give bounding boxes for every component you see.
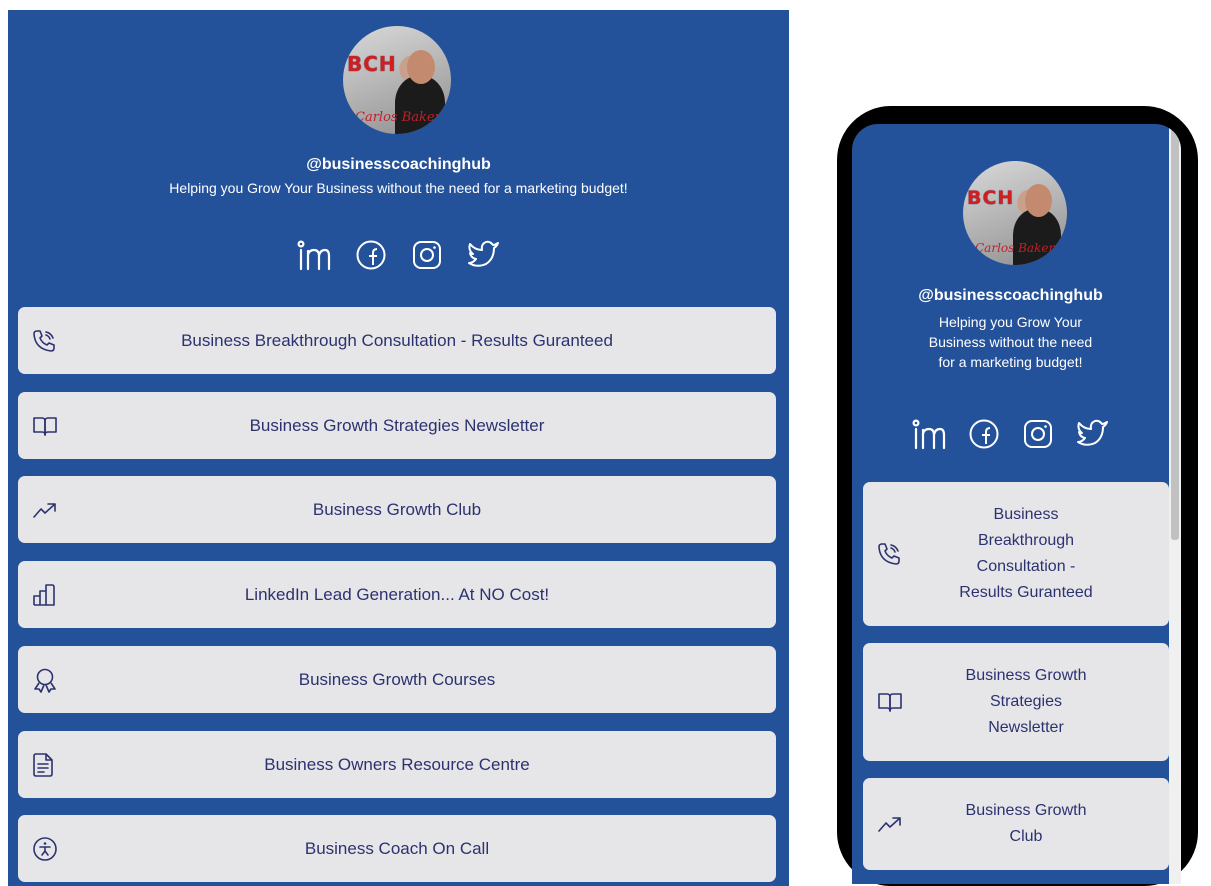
profile-handle: @businesscoachinghub	[306, 156, 491, 173]
link-button-resource-centre[interactable]: Business Owners Resource Centre	[18, 731, 776, 798]
instagram-icon[interactable]	[411, 239, 443, 271]
social-icons	[8, 239, 789, 271]
link-label: Business Growth Club	[941, 798, 1111, 850]
profile-tagline: Helping you Grow Your Business without t…	[852, 312, 1169, 372]
profile-handle: @businesscoachinghub	[918, 287, 1103, 304]
tagline-line: Business without the need	[928, 334, 1093, 350]
tagline-line: Helping you Grow Your	[938, 314, 1083, 330]
phone-call-icon	[32, 329, 56, 353]
avatar-logo: BCH	[347, 52, 397, 76]
link-button-coach-on-call[interactable]: Business Coach On Call	[18, 815, 776, 882]
link-label: Business Breakthrough Consultation - Res…	[941, 502, 1111, 606]
link-label-line: Club	[1009, 828, 1043, 845]
link-button-newsletter[interactable]: Business Growth Strategies Newsletter	[863, 643, 1169, 761]
document-icon	[32, 752, 54, 778]
link-button-consultation[interactable]: Business Breakthrough Consultation - Res…	[18, 307, 776, 374]
avatar-logo: BCH	[967, 187, 1015, 209]
accessibility-icon	[32, 836, 58, 862]
bar-chart-icon	[32, 583, 56, 607]
link-button-growth-club[interactable]: Business Growth Club	[18, 476, 776, 543]
link-label-line: Results Guranteed	[959, 584, 1093, 601]
desktop-preview: BCH Carlos Baker @businesscoachinghub He…	[8, 10, 789, 886]
linkedin-icon[interactable]	[296, 239, 331, 271]
link-label-line: Strategies	[989, 693, 1063, 710]
avatar-signature: Carlos Baker	[355, 110, 441, 125]
link-label-line: Business	[993, 506, 1059, 523]
trending-up-icon	[877, 814, 903, 834]
link-button-lead-generation[interactable]: LinkedIn Lead Generation... At NO Cost!	[18, 561, 776, 628]
linkedin-icon[interactable]	[911, 418, 946, 450]
link-label: LinkedIn Lead Generation... At NO Cost!	[244, 584, 550, 604]
link-label-line: Business Growth	[965, 667, 1087, 684]
link-label-line: Breakthrough	[977, 532, 1075, 549]
link-label-line: Business Growth	[965, 802, 1087, 819]
instagram-icon[interactable]	[1022, 418, 1054, 450]
link-label: Business Breakthrough Consultation - Res…	[181, 330, 613, 350]
scrollbar[interactable]	[1169, 124, 1181, 884]
profile-tagline: Helping you Grow Your Business without t…	[169, 180, 628, 196]
avatar-person	[1013, 209, 1061, 265]
phone-screen: BCH Carlos Baker @businesscoachinghub He…	[852, 124, 1181, 884]
avatar-signature: Carlos Baker	[975, 241, 1055, 255]
twitter-icon[interactable]	[467, 239, 501, 271]
avatar: BCH Carlos Baker	[343, 26, 451, 134]
social-icons	[852, 418, 1169, 450]
twitter-icon[interactable]	[1076, 418, 1110, 450]
avatar-face	[407, 50, 435, 84]
link-label: Business Growth Courses	[298, 669, 496, 689]
link-button-growth-club[interactable]: Business Growth Club	[863, 778, 1169, 870]
facebook-icon[interactable]	[355, 239, 387, 271]
award-icon	[32, 667, 58, 693]
link-label-line: Newsletter	[988, 719, 1064, 736]
facebook-icon[interactable]	[968, 418, 1000, 450]
avatar-face	[1025, 184, 1052, 217]
avatar: BCH Carlos Baker	[963, 161, 1067, 265]
link-label: Business Growth Strategies Newsletter	[249, 415, 545, 435]
phone-call-icon	[877, 542, 901, 566]
book-open-icon	[32, 415, 58, 437]
link-button-consultation[interactable]: Business Breakthrough Consultation - Res…	[863, 482, 1169, 626]
link-label-line: Consultation -	[976, 558, 1076, 575]
scrollbar-thumb[interactable]	[1171, 124, 1179, 540]
link-button-courses[interactable]: Business Growth Courses	[18, 646, 776, 713]
link-label: Business Owners Resource Centre	[264, 754, 530, 774]
tagline-line: for a marketing budget!	[938, 354, 1083, 370]
link-label: Business Growth Strategies Newsletter	[941, 663, 1111, 741]
phone-preview: BCH Carlos Baker @businesscoachinghub He…	[837, 106, 1198, 886]
trending-up-icon	[32, 500, 58, 520]
book-open-icon	[877, 691, 903, 713]
avatar-person	[395, 76, 445, 134]
link-label: Business Coach On Call	[304, 838, 490, 858]
link-label: Business Growth Club	[312, 499, 482, 519]
link-button-newsletter[interactable]: Business Growth Strategies Newsletter	[18, 392, 776, 459]
